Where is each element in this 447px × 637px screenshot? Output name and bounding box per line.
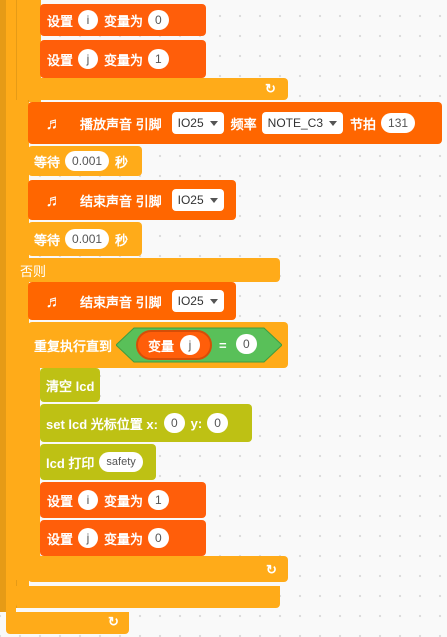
value-field[interactable]: 0 xyxy=(148,10,169,30)
chevron-down-icon xyxy=(209,298,218,304)
pin-dropdown[interactable]: IO25 xyxy=(171,189,224,211)
pin-value: IO25 xyxy=(177,116,204,130)
set-label: 设置 xyxy=(47,52,74,68)
set-label: 设置 xyxy=(47,13,74,29)
wait-label: 等待 xyxy=(34,154,61,170)
pin-value: IO25 xyxy=(177,193,204,207)
lcd-clear-label: 清空 lcd xyxy=(46,378,95,394)
loop-arrow-icon: ↻ xyxy=(265,81,276,96)
variable-reporter-label: 变量 xyxy=(148,338,175,354)
variable-suffix-label: 变量为 xyxy=(104,493,144,509)
repeat-arm xyxy=(28,368,40,564)
loop-arrow-icon: ↻ xyxy=(108,614,119,629)
stop-tone-label: 结束声音 引脚 xyxy=(80,193,162,209)
set-variable-block[interactable]: 设置 i 变量为 0 xyxy=(40,4,206,36)
music-note-icon: ♬ xyxy=(45,190,63,210)
cursor-x-field[interactable]: 0 xyxy=(163,413,185,433)
variable-name-field[interactable]: j xyxy=(180,335,201,355)
cursor-y-label: y: xyxy=(190,415,203,431)
value-field[interactable]: 1 xyxy=(148,49,169,69)
if-body-arm xyxy=(16,100,28,260)
if-inner-loop-footer[interactable] xyxy=(28,78,288,100)
chevron-down-icon xyxy=(209,120,218,126)
lcd-cursor-block[interactable]: set lcd 光标位置 x: 0 y: 0 xyxy=(40,404,252,442)
frequency-label: 频率 xyxy=(230,116,257,132)
seconds-unit-label: 秒 xyxy=(115,154,129,170)
else-body-arm xyxy=(16,280,28,580)
repeat-until-label: 重复执行直到 xyxy=(34,338,113,354)
pin-value: IO25 xyxy=(177,294,204,308)
wait-block[interactable]: 等待 0.001 秒 xyxy=(28,222,142,256)
set-variable-block[interactable]: 设置 i 变量为 1 xyxy=(40,482,206,518)
chevron-down-icon xyxy=(329,120,338,126)
print-text-field[interactable]: safety xyxy=(99,452,143,472)
seconds-unit-label: 秒 xyxy=(115,232,129,248)
variable-suffix-label: 变量为 xyxy=(104,52,144,68)
set-variable-block[interactable]: 设置 j 变量为 0 xyxy=(40,520,206,556)
variable-suffix-label: 变量为 xyxy=(104,13,144,29)
else-band[interactable]: 否则 xyxy=(16,258,280,282)
outer-loop-arm-inner xyxy=(6,0,16,612)
value-field[interactable]: 0 xyxy=(148,528,169,548)
variable-name-field[interactable]: i xyxy=(78,490,99,510)
music-note-icon: ♬ xyxy=(45,291,63,311)
set-label: 设置 xyxy=(47,531,74,547)
play-tone-label: 播放声音 引脚 xyxy=(80,116,162,132)
pin-dropdown[interactable]: IO25 xyxy=(171,290,224,312)
equals-operator: = xyxy=(219,337,227,353)
repeat-footer[interactable] xyxy=(28,556,288,582)
chevron-down-icon xyxy=(209,197,218,203)
variable-name-field[interactable]: i xyxy=(78,10,99,30)
play-tone-block[interactable]: ♬ 播放声音 引脚 IO25 频率 NOTE_C3 节拍 131 xyxy=(28,102,442,144)
music-note-icon: ♬ xyxy=(45,113,63,133)
stop-tone-label: 结束声音 引脚 xyxy=(80,294,162,310)
inner-loop-arm xyxy=(28,0,40,80)
note-dropdown[interactable]: NOTE_C3 xyxy=(261,112,344,134)
wait-label: 等待 xyxy=(34,232,61,248)
variable-suffix-label: 变量为 xyxy=(104,531,144,547)
lcd-cursor-label: set lcd 光标位置 x: xyxy=(46,416,158,432)
note-value: NOTE_C3 xyxy=(267,116,324,130)
beat-field[interactable]: 131 xyxy=(381,113,416,133)
lcd-print-label: lcd 打印 xyxy=(46,455,95,471)
middle-loop-footer[interactable] xyxy=(16,586,280,608)
lcd-print-block[interactable]: lcd 打印 safety xyxy=(40,444,156,480)
set-label: 设置 xyxy=(47,493,74,509)
wait-seconds-field[interactable]: 0.001 xyxy=(65,229,110,249)
set-variable-block[interactable]: 设置 j 变量为 1 xyxy=(40,40,206,78)
cursor-y-field[interactable]: 0 xyxy=(207,413,228,433)
variable-name-field[interactable]: j xyxy=(78,528,99,548)
stop-tone-block[interactable]: ♬ 结束声音 引脚 IO25 xyxy=(28,282,236,320)
pin-dropdown[interactable]: IO25 xyxy=(171,112,224,134)
variable-name-field[interactable]: j xyxy=(78,49,99,69)
wait-block[interactable]: 等待 0.001 秒 xyxy=(28,146,142,176)
variable-reporter[interactable]: 变量 j xyxy=(136,330,212,360)
wait-seconds-field[interactable]: 0.001 xyxy=(65,151,110,171)
beat-label: 节拍 xyxy=(350,116,377,132)
compare-value-field[interactable]: 0 xyxy=(236,334,257,354)
else-label: 否则 xyxy=(20,263,47,279)
lcd-clear-block[interactable]: 清空 lcd xyxy=(40,368,100,402)
value-field[interactable]: 1 xyxy=(148,490,169,510)
loop-arrow-icon: ↻ xyxy=(266,562,277,577)
stop-tone-block[interactable]: ♬ 结束声音 引脚 IO25 xyxy=(28,180,236,220)
